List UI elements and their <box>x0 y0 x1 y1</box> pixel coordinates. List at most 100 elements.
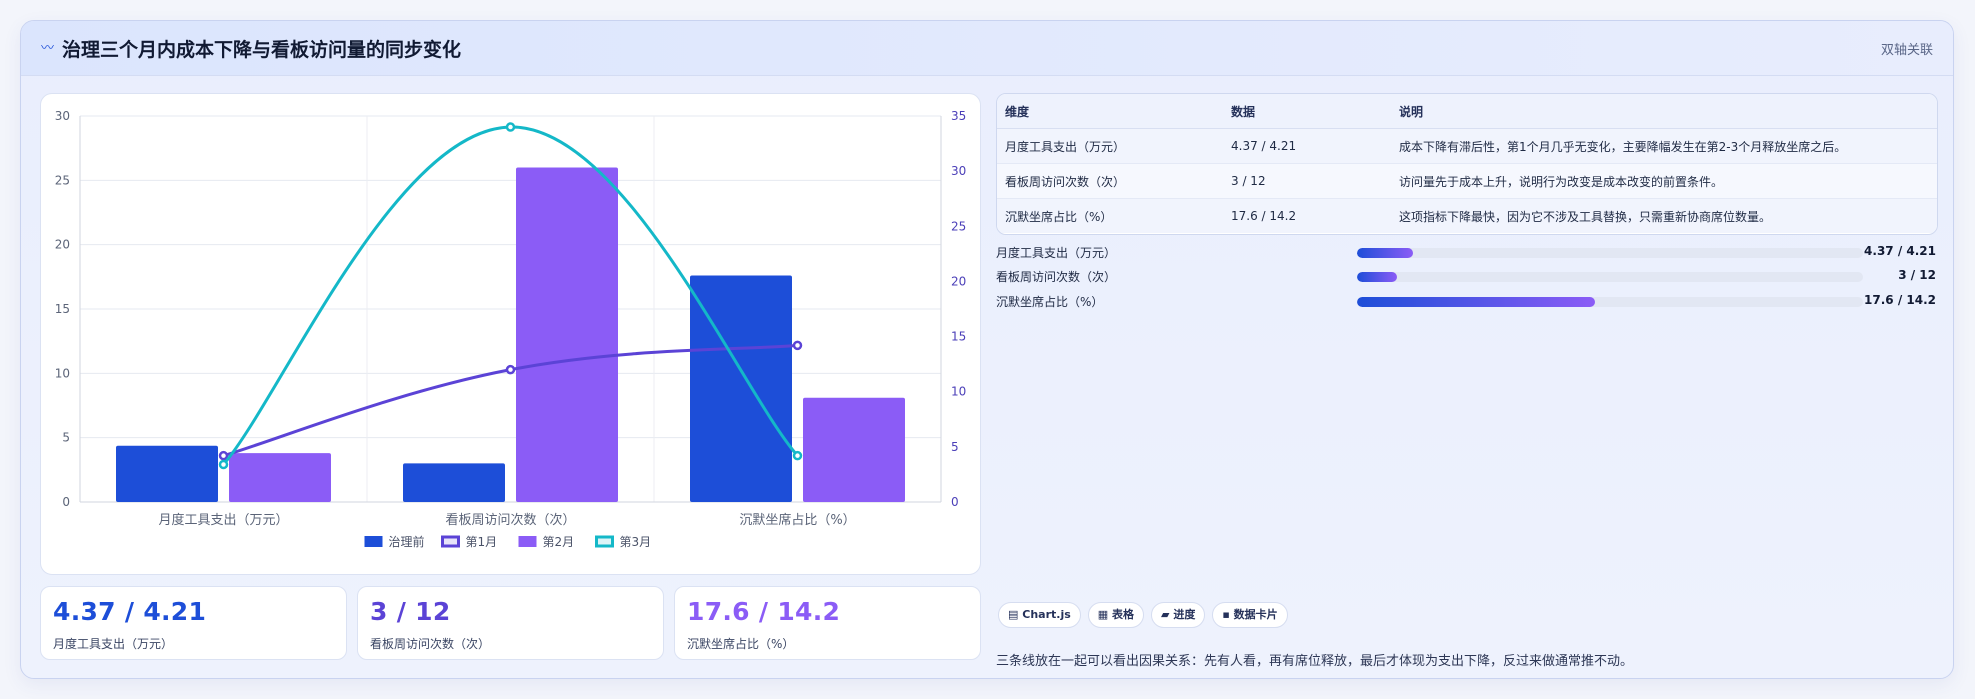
table-cell-dimension: 沉默坐席占比（%） <box>997 198 1223 233</box>
legend-label: 第1月 <box>466 535 498 549</box>
progress-row-dashboard-visits: 看板周访问次数（次） 3 / 12 <box>996 266 1936 286</box>
kpi-value: 17.6 / 14.2 <box>687 597 841 626</box>
progress-track <box>1357 297 1863 307</box>
legend-swatch <box>595 535 614 548</box>
legend-item: 第3月 <box>595 535 652 549</box>
y-left-tick-label: 0 <box>62 495 70 509</box>
progress-label: 沉默坐席占比（%） <box>996 295 1104 309</box>
y-right-tick-label: 20 <box>951 274 966 288</box>
progress-fill <box>1357 248 1413 258</box>
y-left-tick-label: 30 <box>55 109 70 123</box>
progress-fill <box>1357 297 1595 307</box>
table-cell-note: 成本下降有滞后性，第1个月几乎无变化，主要降幅发生在第2-3个月释放坐席之后。 <box>1391 128 1937 164</box>
data-table: 维度 数据 说明 月度工具支出（万元） 4.37 / 4.21 成本下降有滞后性… <box>996 93 1938 235</box>
x-tick-label: 沉默坐席占比（%） <box>739 512 855 528</box>
table-header-dimension: 维度 <box>997 94 1223 129</box>
x-tick-label: 看板周访问次数（次） <box>445 512 575 528</box>
progress-value: 3 / 12 <box>1898 268 1936 282</box>
chip-label: 表格 <box>1112 608 1135 621</box>
bar-第2月 <box>803 397 905 502</box>
footnote: 三条线放在一起可以看出因果关系：先有人看，再有席位释放，最后才体现为支出下降，反… <box>996 654 1634 669</box>
table-row: 月度工具支出（万元） 4.37 / 4.21 成本下降有滞后性，第1个月几乎无变… <box>997 128 1937 164</box>
table-header-data: 数据 <box>1223 94 1391 129</box>
chart-panel: 0 5 10 15 20 25 30 0 5 10 15 20 25 30 35 月度工具支出（万元） 看板周访… <box>40 93 981 575</box>
kpi-card-dashboard-visits: 3 / 12 看板周访问次数（次） <box>357 586 664 660</box>
chip-table[interactable]: ▦ 表格 <box>1087 602 1145 628</box>
progress-value: 4.37 / 4.21 <box>1864 244 1936 258</box>
progress-icon: ▰ <box>1161 608 1170 621</box>
point-第3月 <box>792 450 803 461</box>
progress-row-idle-seats: 沉默坐席占比（%） 17.6 / 14.2 <box>996 291 1936 311</box>
table-row: 沉默坐席占比（%） 17.6 / 14.2 这项指标下降最快，因为它不涉及工具替… <box>997 198 1937 233</box>
legend-item: 治理前 <box>364 534 425 549</box>
chip-label: 数据卡片 <box>1233 608 1278 621</box>
point-第1月 <box>505 364 516 375</box>
table-cell-data: 3 / 12 <box>1223 163 1391 199</box>
chip-progress[interactable]: ▰ 进度 <box>1151 602 1206 628</box>
chip-chartjs[interactable]: ▤ Chart.js <box>998 602 1081 628</box>
kpi-card-idle-seats: 17.6 / 14.2 沉默坐席占比（%） <box>674 586 981 660</box>
kpi-label: 沉默坐席占比（%） <box>687 637 795 651</box>
y-left-tick-label: 20 <box>55 238 70 252</box>
point-第3月 <box>505 122 516 132</box>
y-right-tick-label: 35 <box>951 109 966 123</box>
kpi-value: 4.37 / 4.21 <box>53 597 207 626</box>
table-icon: ▦ <box>1097 608 1109 621</box>
kpi-label: 月度工具支出（万元） <box>53 637 174 651</box>
card-header: 〰 治理三个月内成本下降与看板访问量的同步变化 双轴关联 <box>21 21 1953 76</box>
card-title: 治理三个月内成本下降与看板访问量的同步变化 <box>62 39 462 61</box>
bar-第2月 <box>229 453 331 502</box>
legend-label: 第2月 <box>543 535 575 549</box>
table-cell-data: 17.6 / 14.2 <box>1223 198 1391 233</box>
legend-swatch <box>441 535 460 548</box>
legend-swatch <box>364 536 383 547</box>
table-cell-dimension: 看板周访问次数（次） <box>997 163 1223 199</box>
progress-track <box>1357 248 1863 258</box>
chart-icon: ▤ <box>1008 608 1019 621</box>
progress-label: 看板周访问次数（次） <box>996 270 1117 284</box>
y-right-tick-label: 25 <box>951 219 966 233</box>
chip-label: Chart.js <box>1022 608 1071 621</box>
y-right-tick-label: 0 <box>951 495 959 509</box>
kpi-label: 看板周访问次数（次） <box>370 637 491 651</box>
bar-第2月 <box>516 167 618 502</box>
legend-swatch <box>518 536 537 547</box>
y-left-tick-label: 5 <box>62 431 70 445</box>
chip-data-card[interactable]: ▪ 数据卡片 <box>1212 602 1288 628</box>
y-right-tick-label: 10 <box>951 385 966 399</box>
y-right-tick-label: 5 <box>951 440 959 454</box>
kpi-value: 3 / 12 <box>370 597 451 626</box>
bar-治理前 <box>403 463 505 502</box>
progress-label: 月度工具支出（万元） <box>996 246 1117 260</box>
table-cell-data: 4.37 / 4.21 <box>1223 128 1391 164</box>
point-第1月 <box>218 450 229 461</box>
table-cell-note: 访问量先于成本上升，说明行为改变是成本改变的前置条件。 <box>1391 163 1937 199</box>
progress-row-tool-spend: 月度工具支出（万元） 4.37 / 4.21 <box>996 242 1936 262</box>
progress-value: 17.6 / 14.2 <box>1864 293 1936 307</box>
point-第3月 <box>218 459 229 470</box>
progress-track <box>1357 272 1863 282</box>
chip-label: 进度 <box>1173 608 1196 621</box>
legend-item: 第1月 <box>441 535 498 549</box>
legend-label: 治理前 <box>389 534 425 549</box>
dual-axis-tag: 双轴关联 <box>1880 43 1933 58</box>
table-cell-dimension: 月度工具支出（万元） <box>997 128 1223 164</box>
table-header-note: 说明 <box>1391 94 1937 129</box>
table-cell-note: 这项指标下降最快，因为它不涉及工具替换，只需重新协商席位数量。 <box>1391 198 1937 233</box>
legend-item: 第2月 <box>518 535 575 549</box>
table-row: 看板周访问次数（次） 3 / 12 访问量先于成本上升，说明行为改变是成本改变的… <box>997 163 1937 199</box>
kpi-card-tool-spend: 4.37 / 4.21 月度工具支出（万元） <box>40 586 347 660</box>
point-第1月 <box>792 340 803 351</box>
trend-icon: 〰 <box>41 41 55 56</box>
y-right-tick-label: 15 <box>951 330 966 344</box>
combo-chart: 0 5 10 15 20 25 30 0 5 10 15 20 25 30 35 月度工具支出（万元） 看板周访… <box>55 109 967 549</box>
y-left-tick-label: 15 <box>55 302 70 316</box>
card-icon: ▪ <box>1222 608 1230 621</box>
tech-chips: ▤ Chart.js ▦ 表格 ▰ 进度 ▪ 数据卡片 <box>998 602 1295 628</box>
y-left-tick-label: 25 <box>55 173 70 187</box>
dashboard-card: 〰 治理三个月内成本下降与看板访问量的同步变化 双轴关联 0 5 10 15 20 25 3… <box>20 20 1954 679</box>
legend-label: 第3月 <box>620 535 652 549</box>
x-tick-label: 月度工具支出（万元） <box>158 512 288 528</box>
y-right-tick-label: 30 <box>951 164 966 178</box>
progress-fill <box>1357 272 1398 282</box>
